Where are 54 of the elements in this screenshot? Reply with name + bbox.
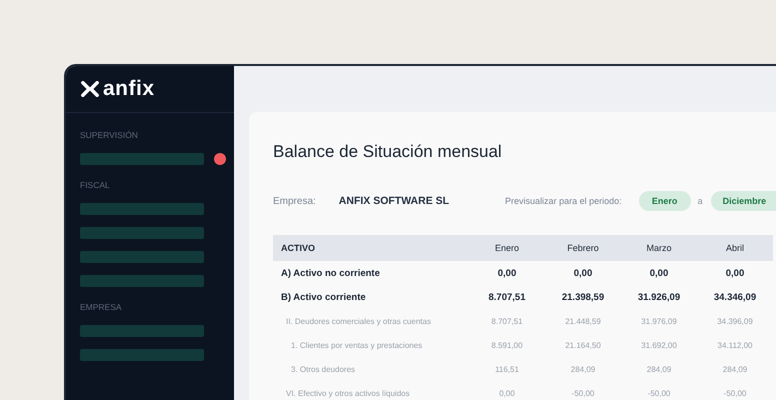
period-to-button[interactable]: Diciembre — [710, 191, 776, 211]
table-cell-text: 31.976,09 — [640, 316, 678, 326]
row-label: II. Deudores comerciales y otras cuentas — [285, 316, 432, 326]
table-cell-text: 31.926,09 — [636, 292, 682, 302]
column-header: Enero — [494, 243, 520, 253]
section-title: EMPRESA — [80, 302, 123, 314]
table-cell-text: 0,00 — [498, 388, 516, 398]
table-cell-text: -50,00 — [570, 388, 596, 398]
table-cell-text: 284,09 — [570, 364, 596, 374]
column-header: ACTIVO — [280, 243, 316, 253]
row-label: A) Activo no corriente — [280, 268, 381, 278]
nav-item-placeholder[interactable] — [80, 349, 204, 361]
table-cell-text: 0,00 — [496, 268, 518, 278]
table-cell-text: 21.398,59 — [560, 292, 606, 302]
row-label: B) Activo corriente — [280, 292, 367, 302]
table-cell-text: 31.692,00 — [640, 340, 678, 350]
nav-item-placeholder[interactable] — [80, 325, 204, 337]
table-cell-text: 0,00 — [648, 268, 670, 278]
row-label: 1. Clientes por ventas y prestaciones — [290, 340, 424, 350]
report-title: Balance de Situación mensual — [273, 142, 503, 162]
table-cell-text: 34.346,09 — [712, 292, 758, 302]
logo-icon — [81, 81, 99, 97]
nav-item-placeholder[interactable] — [80, 251, 204, 263]
column-header: Abril — [724, 243, 745, 253]
section-title: SUPERVISIÓN — [80, 130, 139, 142]
table-cell-text: 34.112,00 — [716, 340, 754, 350]
table-cell-text: 34.396,09 — [716, 316, 754, 326]
table-cell-text: 21.164,50 — [564, 340, 602, 350]
table-cell-text: 21.448,59 — [564, 316, 602, 326]
row-label: 3. Otros deudores — [290, 364, 356, 374]
table-cell-text: -50,00 — [646, 388, 672, 398]
period-label: Previsualizar para el periodo: — [505, 196, 622, 206]
column-header: Marzo — [645, 243, 672, 253]
nav-item-placeholder[interactable] — [80, 275, 204, 287]
table-cell-text: 0,00 — [724, 268, 746, 278]
table-cell-text: 8.707,51 — [490, 316, 524, 326]
table-cell-text: 284,09 — [722, 364, 748, 374]
table-cell-text: -50,00 — [722, 388, 748, 398]
nav-item-placeholder[interactable] — [80, 227, 204, 239]
nav-item-placeholder[interactable] — [80, 203, 204, 215]
table-cell-text: 116,51 — [494, 364, 520, 374]
company-name: ANFIX SOFTWARE SL — [338, 195, 450, 207]
period-from-button[interactable]: Enero — [638, 191, 691, 211]
period-separator: a — [698, 196, 703, 206]
nav-item-placeholder[interactable] — [80, 153, 204, 165]
section-title: FISCAL — [80, 180, 111, 192]
logo-text: anfix — [103, 77, 155, 101]
row-label: VI. Efectivo y otros activos líquidos — [285, 388, 411, 398]
table-cell-text: 0,00 — [572, 268, 594, 278]
table-cell-text: 8.707,51 — [488, 292, 526, 302]
column-header: Febrero — [566, 243, 600, 253]
table-cell-text: 8.591,00 — [490, 340, 524, 350]
table-cell-text: 284,09 — [646, 364, 672, 374]
company-label: Empresa: — [273, 196, 316, 206]
